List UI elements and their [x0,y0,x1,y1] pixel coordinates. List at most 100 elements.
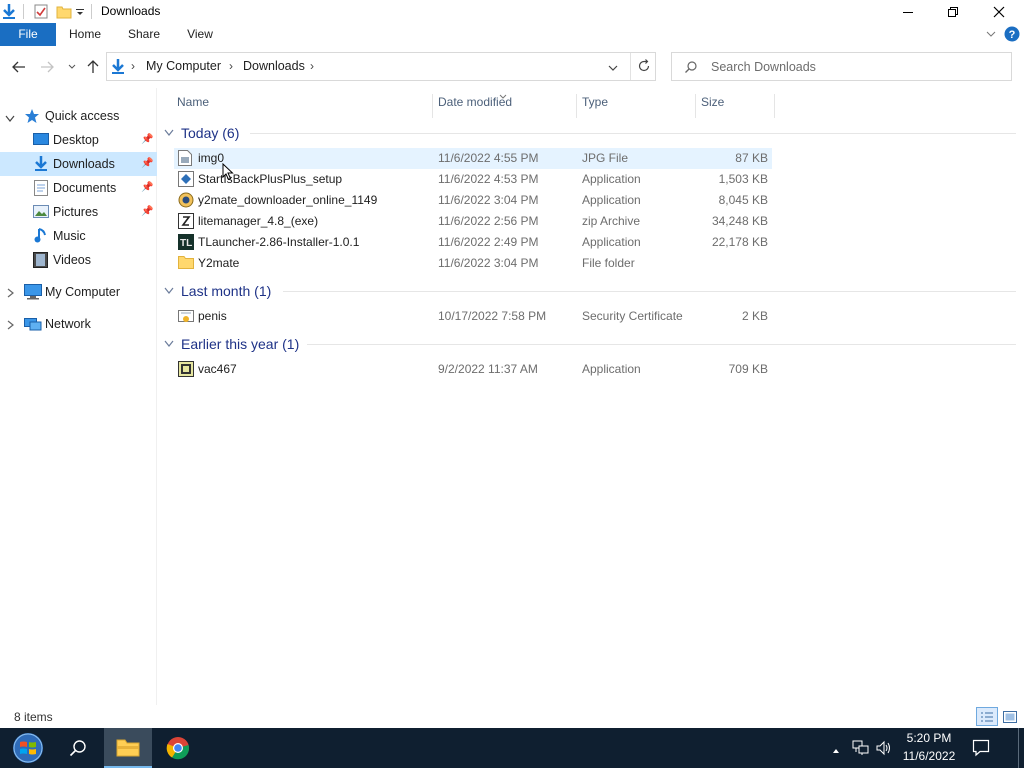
group-label: Last month (1) [181,283,272,299]
expand-ribbon-icon[interactable] [985,28,997,43]
group-header-today[interactable]: Today (6) [164,123,239,143]
pin-icon[interactable]: 📌 [141,206,153,217]
nav-my-computer-label: My Computer [45,285,121,299]
chevron-down-icon[interactable] [5,112,15,126]
nav-videos[interactable]: Videos [0,248,157,272]
network-icon [24,316,42,335]
refresh-icon[interactable] [637,59,651,76]
file-row-penis[interactable]: penis 10/17/2022 7:58 PM Security Certif… [174,306,772,327]
desktop-icon [33,133,49,150]
close-button[interactable] [976,0,1022,23]
start-button[interactable] [4,728,52,768]
group-divider [307,344,1016,345]
group-label: Earlier this year (1) [181,336,300,352]
details-view-icon[interactable] [976,707,998,726]
navigation-pane: Quick access Desktop 📌 Downloads 📌 Docum… [0,88,157,705]
recent-locations-button[interactable] [62,58,82,76]
file-explorer-taskbar-button[interactable] [104,728,152,768]
application-icon [178,361,194,377]
back-button[interactable] [9,58,29,76]
search-taskbar-button[interactable] [54,728,102,768]
nav-desktop[interactable]: Desktop 📌 [0,128,157,152]
file-date: 9/2/2022 11:37 AM [438,362,538,376]
group-header-earlier-this-year[interactable]: Earlier this year (1) [164,334,299,354]
up-button[interactable] [83,58,103,76]
breadcrumb-separator-icon: › [131,59,135,73]
tab-file[interactable]: File [0,23,56,46]
file-row-vac467[interactable]: vac467 9/2/2022 11:37 AM Application 709… [174,359,772,380]
file-type: Application [582,172,641,186]
file-explorer-icon [116,739,140,757]
action-center-icon[interactable] [972,739,990,760]
file-row-y2mate-downloader[interactable]: y2mate_downloader_online_1149 11/6/2022 … [174,190,772,211]
column-header-name[interactable]: Name [171,94,433,118]
documents-icon [34,180,48,199]
file-size: 22,178 KB [711,235,768,249]
file-size: 87 KB [735,151,768,165]
svg-text:TL: TL [180,238,192,249]
nav-downloads[interactable]: Downloads 📌 [0,152,157,176]
show-desktop-button[interactable] [1018,728,1019,768]
chrome-icon [166,737,190,760]
forward-button[interactable] [37,58,57,76]
pin-icon[interactable]: 📌 [141,158,153,169]
address-bar[interactable]: › My Computer › Downloads › [106,52,656,81]
chevron-down-icon [164,129,174,136]
windows-logo-icon [13,733,43,763]
chevron-right-icon[interactable] [7,287,15,301]
pin-icon[interactable]: 📌 [141,182,153,193]
nav-documents-label: Documents [53,181,117,195]
nav-documents[interactable]: Documents 📌 [0,176,157,200]
column-header-type[interactable]: Type [576,94,696,118]
computer-icon [24,284,42,303]
music-icon [34,227,48,246]
svg-text:?: ? [1009,29,1016,41]
file-name: StartIsBackPlusPlus_setup [198,172,343,186]
taskbar: 5:20 PM 11/6/2022 [0,728,1024,768]
nav-music[interactable]: Music [0,224,157,248]
nav-desktop-label: Desktop [53,133,99,147]
breadcrumb-separator-icon: › [310,59,314,73]
nav-network[interactable]: Network [0,312,157,336]
show-hidden-icons-icon[interactable] [832,743,840,757]
customize-qat-icon[interactable] [75,6,85,23]
nav-pictures[interactable]: Pictures 📌 [0,200,157,224]
search-box[interactable]: Search Downloads [671,52,1012,81]
file-name: penis [198,309,227,323]
file-row-startisback[interactable]: StartIsBackPlusPlus_setup 11/6/2022 4:53… [174,169,772,190]
chevron-right-icon[interactable] [7,319,15,333]
file-row-img0[interactable]: img0 11/6/2022 4:55 PM JPG File 87 KB [174,148,772,169]
column-header-size[interactable]: Size [695,94,775,118]
nav-quick-access[interactable]: Quick access [0,104,157,128]
item-count: 8 items [14,710,53,724]
tab-share[interactable]: Share [122,23,166,46]
chrome-taskbar-button[interactable] [154,728,202,768]
tab-view[interactable]: View [180,23,220,46]
pin-icon[interactable]: 📌 [141,134,153,145]
nav-videos-label: Videos [53,253,91,267]
window-title: Downloads [101,4,161,18]
file-name: img0 [198,151,225,165]
address-history-dropdown-icon[interactable] [607,62,619,76]
minimize-button[interactable] [885,0,931,23]
restore-button[interactable] [930,0,976,23]
large-icons-view-icon[interactable] [1001,708,1019,725]
file-row-litemanager[interactable]: litemanager_4.8_(exe) 11/6/2022 2:56 PM … [174,211,772,232]
folder-icon [178,255,194,271]
properties-icon[interactable] [33,3,49,20]
group-divider [283,291,1016,292]
group-header-last-month[interactable]: Last month (1) [164,281,271,301]
clock-date[interactable]: 11/6/2022 [900,749,958,763]
file-row-y2mate-folder[interactable]: Y2mate 11/6/2022 3:04 PM File folder [174,253,772,274]
network-status-icon[interactable] [852,740,870,759]
file-row-tlauncher[interactable]: TL TLauncher-2.86-Installer-1.0.1 11/6/2… [174,232,772,253]
nav-music-label: Music [53,229,86,243]
new-folder-icon[interactable] [56,3,72,20]
volume-icon[interactable] [875,740,893,759]
breadcrumb-downloads[interactable]: Downloads [243,59,305,73]
help-icon[interactable]: ? [1004,26,1020,45]
clock-time[interactable]: 5:20 PM [900,731,958,745]
breadcrumb-my-computer[interactable]: My Computer [146,59,221,73]
tab-home[interactable]: Home [62,23,108,46]
nav-my-computer[interactable]: My Computer [0,280,157,304]
